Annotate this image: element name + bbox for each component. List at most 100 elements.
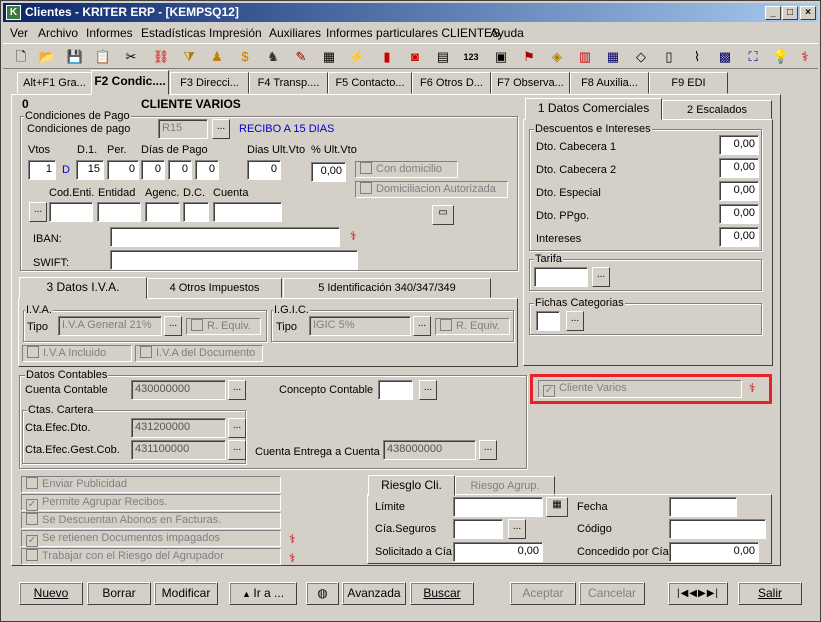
agencia-input[interactable]	[145, 202, 180, 222]
tab-riesgo-cli[interactable]: Riesglo Cli.	[368, 475, 455, 496]
menu-impresion[interactable]: Impresión	[209, 26, 262, 40]
efec-dto-input[interactable]: 431200000	[131, 418, 226, 438]
ir-a-button[interactable]: ▲ Ir a ...	[229, 582, 297, 605]
tab-observaciones[interactable]: F7 Observa...	[491, 72, 570, 94]
lightbulb-icon[interactable]: 💡	[771, 47, 791, 67]
cia-seguros-lookup-button[interactable]: ...	[508, 519, 526, 539]
cliente-varios-checkbox[interactable]: ✓ Cliente Varios	[538, 380, 742, 398]
cod-enti-input[interactable]	[49, 202, 93, 222]
tab-escalados[interactable]: 2 Escalados	[662, 100, 772, 120]
help-icon[interactable]: ⚕	[289, 551, 296, 565]
number-123-icon[interactable]: 123	[461, 47, 481, 67]
lightning-icon[interactable]: ⚡	[347, 47, 367, 67]
menu-ver[interactable]: Ver	[10, 26, 28, 40]
iva-requiv-checkbox[interactable]: R. Equiv.	[186, 318, 261, 335]
paperclip-icon[interactable]: ⌇	[687, 47, 707, 67]
codigo-input[interactable]	[669, 519, 766, 539]
hierarchy-icon[interactable]: ⛓	[151, 47, 171, 67]
limite-input[interactable]	[453, 497, 543, 517]
fichas-input[interactable]	[536, 311, 560, 331]
tab-graficos[interactable]: Alt+F1 Gra...	[17, 72, 92, 94]
nav-prev-icon[interactable]: ◀	[689, 588, 698, 599]
borrar-button[interactable]: Borrar	[87, 582, 151, 605]
efec-gest-input[interactable]: 431100000	[131, 440, 226, 460]
maximize-button[interactable]: □	[782, 6, 798, 20]
igic-tipo-lookup-button[interactable]: ...	[413, 316, 431, 336]
close-button[interactable]: ×	[800, 6, 816, 20]
con-domicilio-checkbox[interactable]: Con domicilio	[355, 161, 458, 178]
tab-contactos[interactable]: F5 Contacto...	[328, 72, 412, 94]
tarifa-input[interactable]	[534, 267, 588, 287]
clipboard-icon[interactable]: 📋	[93, 47, 113, 67]
menu-archivo[interactable]: Archivo	[38, 26, 78, 40]
tab-otros-impuestos[interactable]: 4 Otros Impuestos	[147, 278, 282, 298]
help-icon[interactable]: ⚕	[289, 532, 296, 546]
filter-icon[interactable]: ⧩	[179, 47, 199, 67]
condiciones-pago-code[interactable]: R15	[158, 119, 208, 139]
menu-estadisticas[interactable]: Estadísticas	[141, 26, 206, 40]
nav-last-icon[interactable]: ▶|	[707, 588, 719, 599]
salir-button[interactable]: Salir	[738, 582, 802, 605]
avanzada-button[interactable]: Avanzada	[342, 582, 406, 605]
dto-cabecera-2-input[interactable]: 0,00	[719, 158, 759, 178]
intereses-input[interactable]: 0,00	[719, 227, 759, 247]
menu-auxiliares[interactable]: Auxiliares	[269, 26, 321, 40]
iva-tipo-input[interactable]: I.V.A General 21%	[58, 316, 162, 336]
tab-transportes[interactable]: F4 Transp....	[249, 72, 328, 94]
aceptar-button[interactable]: Aceptar	[510, 582, 576, 605]
tab-datos-iva[interactable]: 3 Datos I.V.A.	[19, 277, 147, 299]
box-icon[interactable]: ◈	[547, 47, 567, 67]
tab-direcciones[interactable]: F3 Direcci...	[170, 72, 249, 94]
dto-cabecera-1-input[interactable]: 0,00	[719, 135, 759, 155]
open-folder-icon[interactable]: 📂	[37, 47, 57, 67]
cancelar-button[interactable]: Cancelar	[579, 582, 645, 605]
solicitado-input[interactable]: 0,00	[453, 542, 543, 562]
bar-chart-icon[interactable]: ▮	[377, 47, 397, 67]
card-icon[interactable]: ▤	[433, 47, 453, 67]
tab-identificacion[interactable]: 5 Identificación 340/347/349	[283, 278, 491, 298]
descuentan-abonos-checkbox[interactable]: Se Descuentan Abonos en Facturas.	[21, 512, 281, 529]
person-icon[interactable]: ♟	[207, 47, 227, 67]
stamp-icon[interactable]: ⚑	[519, 47, 539, 67]
dto-ppgo-input[interactable]: 0,00	[719, 204, 759, 224]
swift-input[interactable]	[110, 250, 358, 270]
nav-next-icon[interactable]: ▶	[698, 588, 707, 599]
nuevo-button[interactable]: Nuevo	[19, 582, 83, 605]
calculator-icon[interactable]: ▦	[319, 47, 339, 67]
calendar-icon[interactable]: ▦	[603, 47, 623, 67]
calculator-button[interactable]: ▦	[546, 497, 568, 517]
dto-especial-input[interactable]: 0,00	[719, 181, 759, 201]
concepto-contable-lookup-button[interactable]: ...	[419, 380, 437, 400]
buscar-button[interactable]: Buscar	[410, 582, 474, 605]
help-icon[interactable]: ⚕	[350, 229, 357, 243]
fecha-input[interactable]	[669, 497, 737, 517]
new-doc-icon[interactable]: 🗋	[11, 47, 31, 67]
tab-edi[interactable]: F9 EDI	[649, 72, 728, 94]
help-icon[interactable]: ⚕	[749, 381, 756, 395]
help-icon[interactable]: ⚕	[795, 47, 815, 67]
fichas-lookup-button[interactable]: ...	[566, 311, 584, 331]
tab-auxiliares[interactable]: F8 Auxilia...	[570, 72, 649, 94]
entidad-input[interactable]	[97, 202, 141, 222]
grid-icon[interactable]: ▩	[715, 47, 735, 67]
vtos-input[interactable]: 1	[28, 160, 56, 180]
iva-del-documento-checkbox[interactable]: I.V.A del Documento	[135, 345, 263, 362]
iban-input[interactable]	[110, 227, 340, 247]
cut-icon[interactable]: ✂	[121, 47, 141, 67]
cia-seguros-input[interactable]	[453, 519, 503, 539]
efec-dto-lookup-button[interactable]: ...	[228, 418, 246, 438]
iva-tipo-lookup-button[interactable]: ...	[164, 316, 182, 336]
record-navigator[interactable]: |◀◀▶▶|	[668, 582, 728, 605]
save-disk-icon[interactable]: 💾	[65, 47, 85, 67]
entrega-cuenta-lookup-button[interactable]: ...	[479, 440, 497, 460]
riesgo-agrupador-checkbox[interactable]: Trabajar con el Riesgo del Agrupador	[21, 548, 281, 565]
cuenta-input[interactable]	[213, 202, 282, 222]
bank-card-button[interactable]: ▭	[432, 205, 454, 225]
menu-ayuda[interactable]: Ayuda	[490, 26, 524, 40]
person-group-icon[interactable]: ♞	[263, 47, 283, 67]
dia-pago-3-input[interactable]: 0	[195, 160, 219, 180]
menu-informes[interactable]: Informes	[86, 26, 133, 40]
per-input[interactable]: 0	[107, 160, 139, 180]
dc-input[interactable]	[183, 202, 209, 222]
tag-icon[interactable]: ◇	[631, 47, 651, 67]
